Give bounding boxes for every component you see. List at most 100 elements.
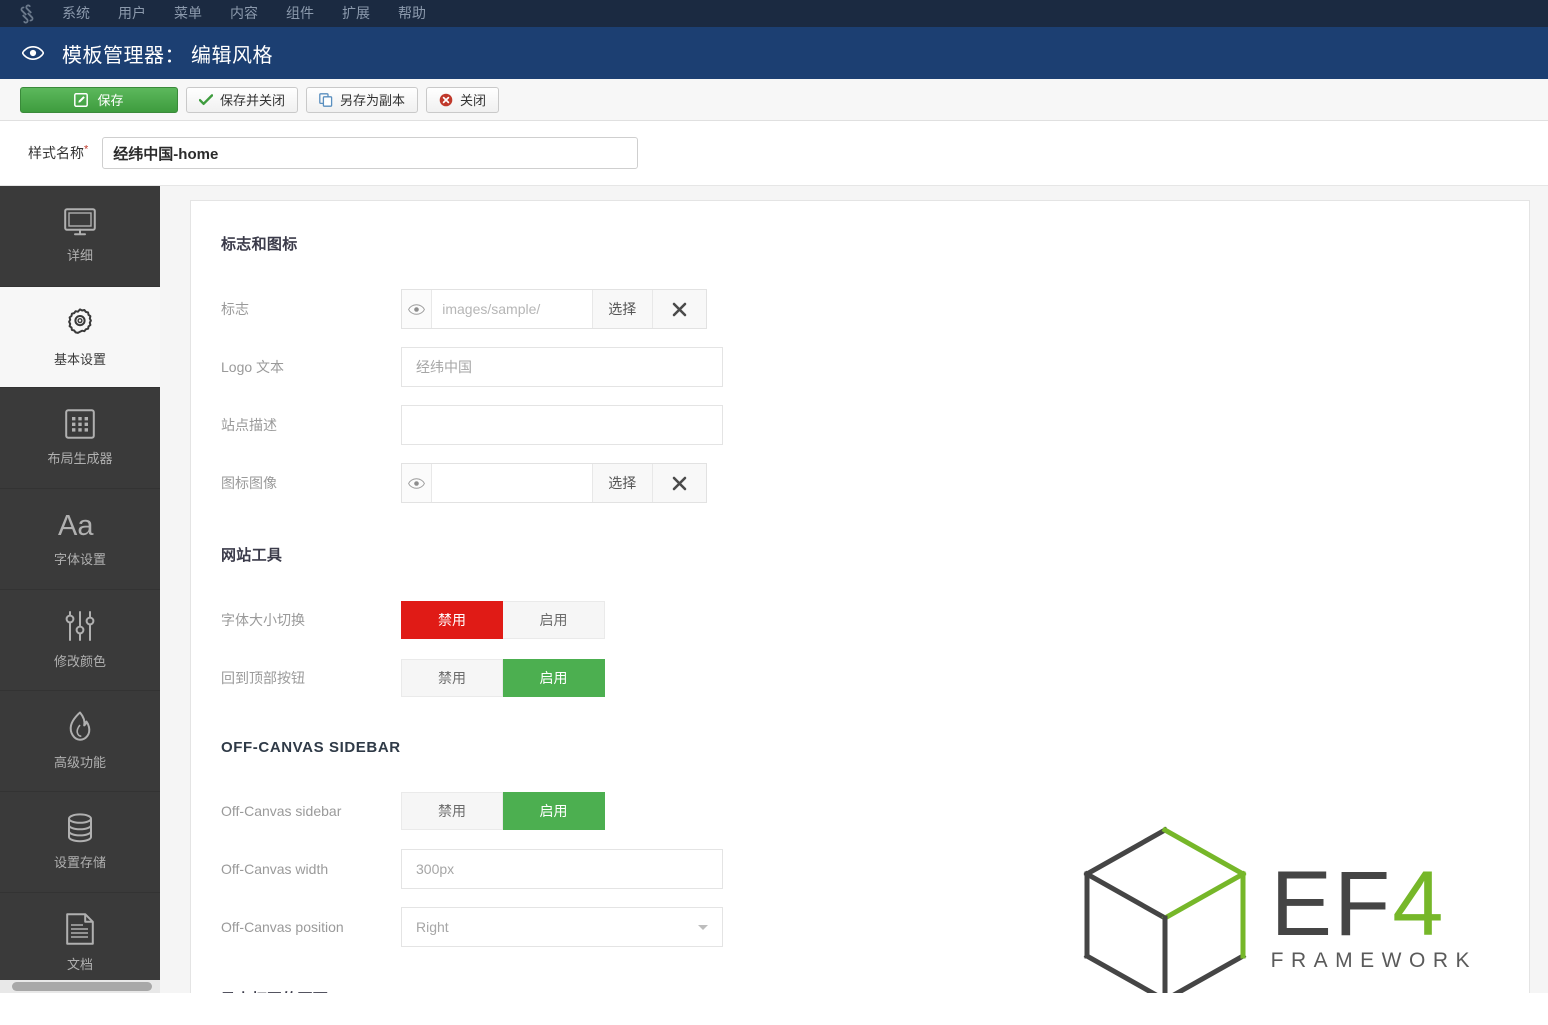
workspace: 详细 基本设置	[0, 186, 1548, 993]
menu-item-menus[interactable]: 菜单	[174, 0, 202, 27]
field-row-site-description: 站点描述	[221, 396, 1489, 454]
section-heading-site-tools: 网站工具	[221, 544, 1489, 565]
font-size-switch-label: 字体大小切换	[221, 610, 401, 630]
offcanvas-position-value: Right	[416, 919, 449, 935]
sliders-icon	[64, 610, 96, 642]
admin-menu-bar: 系统 用户 菜单 内容 组件 扩展 帮助	[0, 0, 1548, 27]
section-heading-open-page: 马上打开的页面	[221, 988, 1489, 993]
close-button[interactable]: 关闭	[426, 87, 499, 113]
close-button-label: 关闭	[460, 90, 486, 109]
field-row-offcanvas-position: Off-Canvas position Right	[221, 898, 1489, 956]
field-row-back-to-top: 回到顶部按钮 禁用 启用	[221, 649, 1489, 707]
menu-item-components[interactable]: 组件	[286, 0, 314, 27]
save-as-copy-button[interactable]: 另存为副本	[306, 87, 418, 113]
offcanvas-width-input[interactable]	[401, 849, 723, 889]
grid-icon	[65, 409, 95, 439]
sidebar-item-layout-builder[interactable]: 布局生成器	[0, 388, 160, 489]
save-as-copy-label: 另存为副本	[340, 90, 405, 109]
eye-icon[interactable]	[402, 290, 432, 328]
menu-item-content[interactable]: 内容	[230, 0, 258, 27]
site-description-label: 站点描述	[221, 415, 401, 435]
field-row-font-size-switch: 字体大小切换 禁用 启用	[221, 591, 1489, 649]
field-row-offcanvas-width: Off-Canvas width	[221, 840, 1489, 898]
logo-path-input[interactable]	[432, 290, 591, 328]
offcanvas-sidebar-label: Off-Canvas sidebar	[221, 803, 401, 819]
page-header: 模板管理器： 编辑风格	[0, 27, 1548, 79]
sidebar-item-label: 修改颜色	[54, 651, 106, 670]
favicon-select-button[interactable]: 选择	[592, 464, 652, 502]
close-x-icon	[672, 476, 687, 491]
content-area: 标志和图标 标志 选择	[160, 186, 1548, 993]
sidebar-item-label: 文档	[67, 954, 93, 973]
flame-icon	[66, 711, 94, 743]
sidebar-item-label: 设置存储	[54, 852, 106, 871]
field-row-logo: 标志 选择	[221, 280, 1489, 338]
close-x-icon	[672, 302, 687, 317]
font-size-switch-disable[interactable]: 禁用	[401, 601, 503, 639]
style-name-input[interactable]	[102, 137, 638, 169]
favicon-label: 图标图像	[221, 473, 401, 493]
style-name-label: 样式名称*	[28, 143, 88, 163]
settings-sidebar: 详细 基本设置	[0, 186, 160, 993]
gear-icon	[63, 306, 97, 340]
sidebar-item-label: 详细	[67, 245, 93, 264]
sidebar-item-advanced[interactable]: 高级功能	[0, 691, 160, 792]
back-to-top-disable[interactable]: 禁用	[401, 659, 503, 697]
site-description-input[interactable]	[401, 405, 723, 445]
close-circle-icon	[439, 93, 453, 107]
eye-icon[interactable]	[402, 464, 432, 502]
sidebar-item-details[interactable]: 详细	[0, 186, 160, 287]
offcanvas-sidebar-enable[interactable]: 启用	[503, 792, 605, 830]
sidebar-item-basic-settings[interactable]: 基本设置	[0, 287, 160, 388]
logo-text-input[interactable]	[401, 347, 723, 387]
back-to-top-toggle: 禁用 启用	[401, 659, 605, 697]
offcanvas-sidebar-disable[interactable]: 禁用	[401, 792, 503, 830]
sidebar-item-documentation[interactable]: 文档	[0, 893, 160, 993]
back-to-top-label: 回到顶部按钮	[221, 668, 401, 688]
logo-text-label: Logo 文本	[221, 357, 401, 377]
logo-label: 标志	[221, 299, 401, 319]
toolbar: 保存 保存并关闭 另存为副本 关闭	[0, 79, 1548, 121]
logo-media-field: 选择	[401, 289, 707, 329]
sidebar-item-colors[interactable]: 修改颜色	[0, 590, 160, 691]
menu-item-help[interactable]: 帮助	[398, 0, 426, 27]
section-heading-offcanvas: OFF-CANVAS SIDEBAR	[221, 739, 1489, 756]
menu-item-users[interactable]: 用户	[118, 0, 146, 27]
menu-item-extensions[interactable]: 扩展	[342, 0, 370, 27]
copy-icon	[319, 93, 333, 107]
section-heading-logo-icons: 标志和图标	[221, 233, 1489, 254]
required-mark: *	[84, 143, 88, 155]
offcanvas-sidebar-toggle: 禁用 启用	[401, 792, 605, 830]
pencil-square-icon	[74, 93, 88, 107]
field-row-favicon: 图标图像 选择	[221, 454, 1489, 512]
offcanvas-width-label: Off-Canvas width	[221, 861, 401, 877]
monitor-icon	[64, 208, 96, 236]
sidebar-item-label: 布局生成器	[47, 448, 112, 467]
style-name-row: 样式名称*	[0, 121, 1548, 186]
menu-item-system[interactable]: 系统	[62, 0, 90, 27]
logo-clear-button[interactable]	[652, 290, 706, 328]
document-icon	[66, 913, 94, 945]
logo-select-button[interactable]: 选择	[592, 290, 652, 328]
page-title: 模板管理器： 编辑风格	[62, 39, 273, 68]
save-and-close-button[interactable]: 保存并关闭	[186, 87, 298, 113]
save-and-close-label: 保存并关闭	[220, 90, 285, 109]
back-to-top-enable[interactable]: 启用	[503, 659, 605, 697]
scrollbar-thumb[interactable]	[12, 982, 152, 991]
offcanvas-position-select[interactable]: Right	[401, 907, 723, 947]
joomla-logo-icon[interactable]	[18, 4, 40, 24]
sidebar-item-settings-storage[interactable]: 设置存储	[0, 792, 160, 893]
font-size-switch-toggle: 禁用 启用	[401, 601, 605, 639]
favicon-clear-button[interactable]	[652, 464, 706, 502]
font-size-switch-enable[interactable]: 启用	[503, 601, 605, 639]
database-icon	[65, 813, 95, 843]
sidebar-item-label: 基本设置	[54, 349, 106, 368]
sidebar-item-typography[interactable]: Aa 字体设置	[0, 489, 160, 590]
field-row-logo-text: Logo 文本	[221, 338, 1489, 396]
sidebar-horizontal-scrollbar[interactable]	[0, 980, 160, 993]
offcanvas-position-label: Off-Canvas position	[221, 919, 401, 935]
save-button[interactable]: 保存	[20, 87, 178, 113]
save-button-label: 保存	[97, 90, 123, 109]
favicon-path-input[interactable]	[432, 464, 591, 502]
typography-icon: Aa	[58, 510, 102, 540]
